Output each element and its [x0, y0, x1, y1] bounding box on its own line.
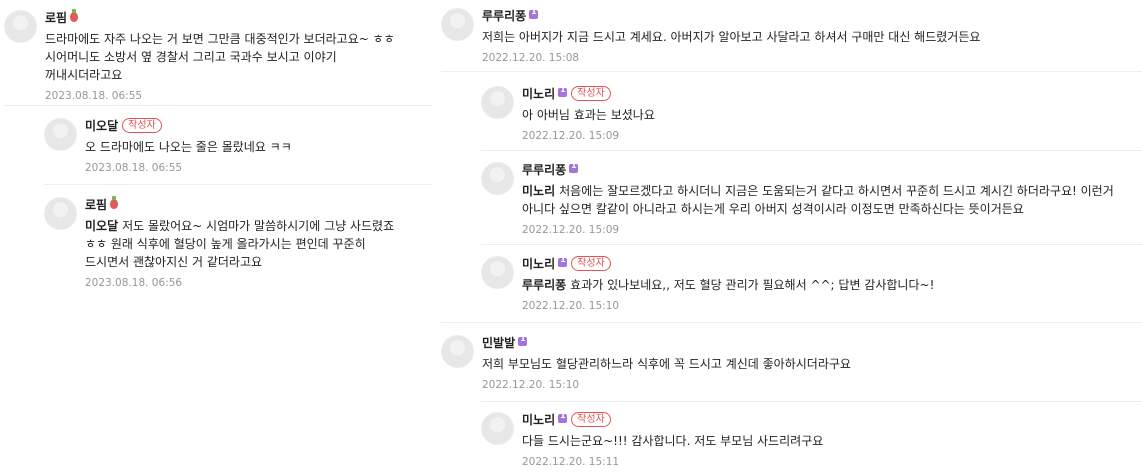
comment-body: 미노리 작성자 다들 드시는군요~!!! 감사합니다. 저도 부모님 사드리려구… — [522, 411, 1138, 469]
fruit-icon — [70, 9, 79, 22]
avatar[interactable] — [4, 10, 37, 43]
author-badge: 작성자 — [122, 117, 162, 133]
mention[interactable]: 미오달 — [85, 219, 118, 233]
author-badge: 작성자 — [571, 255, 611, 271]
fruit-icon — [110, 196, 119, 209]
avatar[interactable] — [481, 86, 514, 119]
comment-nickname[interactable]: 루루리퐁 — [522, 161, 566, 178]
avatar[interactable] — [441, 335, 474, 368]
comment-nickname[interactable]: 로핌 — [85, 196, 107, 213]
comment-nickname[interactable]: 루루리퐁 — [482, 7, 526, 24]
author-badge: 작성자 — [571, 411, 611, 427]
comment-text: 저희는 아버지가 지금 드시고 계세요. 아버지가 알아보고 사달라고 하셔서 … — [482, 30, 981, 44]
divider — [441, 71, 1142, 72]
comment-date: 2022.12.20. 15:09 — [522, 224, 620, 236]
comment-body: 로핌 미오달 저도 몰랐어요~ 시엄마가 말씀하시기에 그냥 사드렸죠 ㅎㅎ 원래… — [85, 196, 428, 289]
comment-date: 2022.12.20. 15:10 — [482, 379, 580, 391]
comment-nickname[interactable]: 미오달 — [85, 117, 118, 134]
member-grade-icon — [569, 161, 579, 173]
comment-body: 미노리 작성자 루루리퐁 효과가 있나보네요,, 저도 혈당 관리가 필요해서 ^… — [522, 255, 1138, 313]
comment-text: 드라마에도 자주 나오는 거 보면 그만큼 대중적인가 보더라고요~ ㅎㅎ 시어… — [45, 32, 395, 82]
comment-text: 미노리 처음에는 잘모르겠다고 하시더니 지금은 도움되는거 같다고 하시면서 꾸… — [522, 182, 1137, 218]
comment-text-body: 효과가 있나보네요,, 저도 혈당 관리가 필요해서 ^^; 답변 감사합니다~… — [570, 278, 935, 292]
comment-date: 2022.12.20. 15:08 — [482, 52, 580, 64]
member-grade-icon — [558, 255, 568, 267]
comment-text: 다들 드시는군요~!!! 감사합니다. 저도 부모님 사드리려구요 — [522, 434, 824, 448]
avatar[interactable] — [441, 8, 474, 41]
comment-text: 미오달 저도 몰랐어요~ 시엄마가 말씀하시기에 그냥 사드렸죠 ㅎㅎ 원래 식후… — [85, 217, 405, 271]
divider — [4, 105, 432, 106]
comment-nickname[interactable]: 미노리 — [522, 411, 555, 428]
comment-date: 2023.08.18. 06:56 — [85, 277, 183, 289]
avatar[interactable] — [481, 162, 514, 195]
avatar[interactable] — [481, 256, 514, 289]
comment-nickname[interactable]: 로핌 — [45, 9, 67, 26]
author-badge: 작성자 — [571, 85, 611, 101]
divider — [481, 150, 1142, 151]
comment-body: 루루리퐁 미노리처음에는 잘모르겠다고 하시더니 지금은 도움되는거 같다고 하… — [522, 161, 1138, 237]
mention[interactable]: 루루리퐁 — [522, 278, 566, 292]
member-grade-icon — [518, 334, 528, 346]
comment-body: 로핌 드라마에도 자주 나오는 거 보면 그만큼 대중적인가 보더라고요~ ㅎㅎ… — [45, 9, 428, 102]
comment-text-body: 처음에는 잘모르겠다고 하시더니 지금은 도움되는거 같다고 하시면서 꾸준히 … — [522, 184, 1114, 216]
divider — [481, 401, 1142, 402]
mention[interactable]: 미노리 — [522, 184, 555, 198]
comment-body: 민발발 저희 부모님도 혈당관리하느라 식후에 꼭 드시고 계신데 좋아하시더라… — [482, 334, 1138, 392]
comment-date: 2022.12.20. 15:10 — [522, 300, 620, 312]
comment-body: 미오달 작성자 오 드라마에도 나오는 줄은 몰랐네요 ㅋㅋ 2023.08.1… — [85, 117, 428, 174]
avatar[interactable] — [44, 118, 77, 151]
comment-text: 오 드라마에도 나오는 줄은 몰랐네요 ㅋㅋ — [85, 140, 292, 154]
comment-date: 2022.12.20. 15:11 — [522, 456, 620, 468]
comment-text: 아 아버님 효과는 보셨나요 — [522, 108, 655, 122]
comment-text: 저희 부모님도 혈당관리하느라 식후에 꼭 드시고 계신데 좋아하시더라구요 — [482, 357, 851, 371]
divider — [481, 244, 1142, 245]
comment-date: 2022.12.20. 15:09 — [522, 130, 620, 142]
avatar[interactable] — [44, 197, 77, 230]
divider — [44, 184, 432, 185]
comment-text: 루루리퐁 효과가 있나보네요,, 저도 혈당 관리가 필요해서 ^^; 답변 감사… — [522, 276, 1138, 294]
comment-body: 루루리퐁 저희는 아버지가 지금 드시고 계세요. 아버지가 알아보고 사달라고… — [482, 7, 1138, 65]
comment-nickname[interactable]: 민발발 — [482, 334, 515, 351]
divider — [441, 322, 1142, 323]
member-grade-icon — [558, 85, 568, 97]
comment-nickname[interactable]: 미노리 — [522, 255, 555, 272]
member-grade-icon — [558, 411, 568, 423]
avatar[interactable] — [481, 412, 514, 445]
comment-nickname[interactable]: 미노리 — [522, 85, 555, 102]
comment-date: 2023.08.18. 06:55 — [85, 162, 183, 174]
comment-date: 2023.08.18. 06:55 — [45, 90, 143, 102]
comment-text-body: 저도 몰랐어요~ 시엄마가 말씀하시기에 그냥 사드렸죠 ㅎㅎ 원래 식후에 혈… — [85, 219, 395, 269]
comment-body: 미노리 작성자 아 아버님 효과는 보셨나요 2022.12.20. 15:09 — [522, 85, 1138, 143]
member-grade-icon — [529, 7, 539, 19]
